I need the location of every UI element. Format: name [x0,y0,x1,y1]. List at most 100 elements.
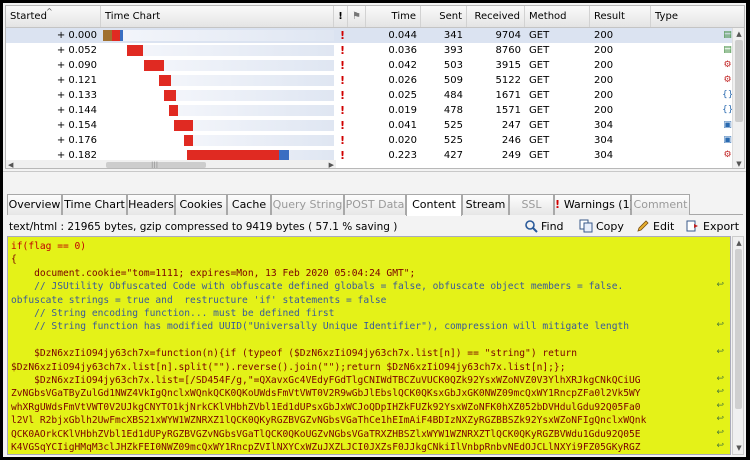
col-time[interactable]: Time [366,6,421,27]
cell-started: + 0.090 [56,60,97,71]
httpwatch-window: Started ^ Time Chart ! ⚑ Time Sent Receiv… [3,3,746,457]
edit-label: Edit [653,220,675,233]
code-line: obfuscate strings = true and restructure… [11,294,387,306]
table-row[interactable]: + 0.144! 0.019 478 1571 GET 200{} [6,103,734,118]
sort-ascending-icon: ^ [46,7,53,16]
tab-label: Comment [633,198,688,211]
pane-splitter[interactable] [3,171,746,194]
col-received-label: Received [474,11,521,22]
tab-label: POST Data [345,198,405,211]
cell-sent: 427 [443,150,463,160]
cell-started: + 0.121 [56,75,97,86]
cell-result: 200 [594,75,614,86]
tab-warnings-1[interactable]: ! Warnings (1) [554,194,634,215]
tab-stream[interactable]: Stream [462,194,509,215]
tab-headers[interactable]: Headers [127,194,175,215]
copy-button[interactable]: Copy [579,219,624,235]
scroll-thumb[interactable] [735,40,743,122]
time-chart-track [169,105,334,116]
grid-vertical-scrollbar[interactable]: ▲ ▼ [732,28,744,168]
warning-icon: ! [340,29,346,42]
warning-icon: ! [340,134,346,147]
tab-cookies[interactable]: Cookies [175,194,227,215]
tab-overview[interactable]: Overview [7,194,62,215]
request-rows: + 0.000! 0.044 341 9704 GET 200 ▤ + 0.052! 0.036… [6,28,734,160]
cell-method: GET [529,90,550,101]
col-result-label: Result [594,11,625,22]
warning-icon: ! [340,44,346,57]
cell-started: + 0.176 [56,135,97,146]
tab-label: Headers [128,198,174,211]
table-row[interactable]: + 0.176! 0.020 525 246 GET 304 ▣ [6,133,734,148]
tab-time-chart[interactable]: Time Chart [62,194,127,215]
col-type-label: Type [655,11,678,22]
scroll-left-arrow-icon[interactable]: ◀ [8,160,13,168]
table-row[interactable]: + 0.121! 0.026 509 5122 GET 200 ⚙ [6,73,734,88]
cell-received: 249 [501,150,521,160]
code-line: $DzN6xzIiO94jy63ch7x.list=[/SD454F/g,"=Q… [11,375,641,386]
time-chart-bar [158,75,171,86]
table-row[interactable]: + 0.090! 0.042 503 3915 GET 200 ⚙ [6,58,734,73]
line-wrap-icon: ↩ [716,280,724,291]
edit-button[interactable]: Edit [636,219,674,235]
scroll-down-arrow-icon[interactable]: ▼ [734,159,744,168]
col-method[interactable]: Method [525,6,590,27]
code-line: whXRgUWdsFmVtVWT0V2UJkgCNYTO1kjNrkCKlVHb… [11,401,641,413]
cell-sent: 525 [443,120,463,131]
table-row[interactable]: + 0.052! 0.036 393 8760 GET 200 ▤ [6,43,734,58]
cell-received: 8760 [495,45,521,56]
col-started[interactable]: Started ^ [6,6,101,27]
cell-received: 5122 [495,75,521,86]
tab-content[interactable]: Content [406,194,462,216]
cell-sent: 525 [443,135,463,146]
code-vertical-scrollbar[interactable]: ▲ ▼ [732,236,744,455]
col-sent-label: Sent [439,11,462,22]
code-scroll-thumb[interactable] [735,249,742,409]
export-button[interactable]: Export [686,219,739,235]
copy-icon [579,219,593,233]
export-icon [686,220,698,232]
export-label: Export [703,220,740,233]
col-time-chart[interactable]: Time Chart [101,6,334,27]
cell-sent: 393 [443,45,463,56]
col-time-chart-label: Time Chart [105,11,161,22]
table-row[interactable]: + 0.133! 0.025 484 1671 GET 200{} [6,88,734,103]
col-received[interactable]: Received [467,6,525,27]
time-chart-track [183,135,334,146]
time-chart-track [103,30,334,41]
table-row[interactable]: + 0.154! 0.041 525 247 GET 304 ▣ [6,118,734,133]
tab-post-data[interactable]: POST Data [344,194,406,215]
grid-horizontal-scrollbar[interactable]: ◀ ||| ▶ [6,160,336,168]
warning-icon: ! [340,74,346,87]
scroll-up-arrow-icon[interactable]: ▲ [734,29,744,39]
find-button[interactable]: Find [524,219,564,235]
col-warning-icon[interactable]: ! [334,6,348,27]
tab-cache[interactable]: Cache [227,194,271,215]
cell-time: 0.042 [388,60,417,71]
warning-icon: ! [340,149,346,160]
table-row[interactable]: + 0.000! 0.044 341 9704 GET 200 ▤ [6,28,734,43]
tab-ssl[interactable]: SSL [509,194,554,215]
code-scroll-up-arrow-icon[interactable]: ▲ [734,238,744,248]
table-row[interactable]: + 0.182! 0.223 427 249 GET 304 ⚙ [6,148,734,160]
col-result[interactable]: Result [590,6,651,27]
col-sent[interactable]: Sent [421,6,467,27]
code-scroll-down-arrow-icon[interactable]: ▼ [734,443,744,453]
code-line: // String function has modified UUID("Un… [11,321,630,333]
cell-time: 0.041 [388,120,417,131]
cell-result: 304 [594,120,614,131]
line-wrap-icon: ↩ [716,320,724,331]
content-info: text/html : 21965 bytes, gzip compressed… [9,221,398,233]
code-line: l2Vl R2bjxGblh2UwFmcXBS21xWYW1WZNRXZ1lQC… [11,415,647,427]
tab-label: SSL [521,198,542,211]
code-line: $DzN6xzIiO94jy63ch7x.list[n].split("").r… [11,361,566,373]
content-code-view[interactable]: if(flag == 0) { document.cookie="tom=1111… [7,236,731,455]
tab-comment[interactable]: Comment [631,194,690,215]
tab-query-string[interactable]: Query String [271,194,344,215]
col-type[interactable]: Type [651,6,744,27]
time-chart-bar [120,30,124,41]
time-chart-bar [103,30,113,41]
cell-result: 200 [594,90,614,101]
scroll-right-arrow-icon[interactable]: ▶ [329,160,334,168]
col-flag-icon[interactable]: ⚑ [348,6,366,27]
